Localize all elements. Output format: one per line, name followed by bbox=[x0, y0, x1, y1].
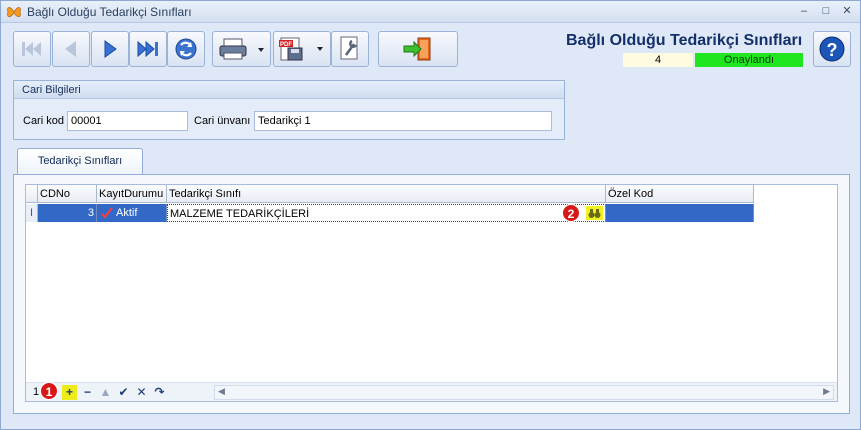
table-row[interactable]: I 3 Aktif MALZEME TEDARİKÇİLERİ bbox=[26, 204, 754, 222]
grid-header-tedarikci-sinifi[interactable]: Tedarikçi Sınıfı bbox=[167, 185, 606, 203]
grid-header: CDNo KayıtDurumu Tedarikçi Sınıfı Özel K… bbox=[26, 185, 754, 203]
cell-ozel-kod[interactable] bbox=[606, 204, 754, 222]
pdf-export-icon: PDF bbox=[279, 37, 323, 61]
add-row-button[interactable]: + bbox=[62, 384, 77, 400]
callout-badge-add: 1 bbox=[40, 382, 58, 400]
first-record-button[interactable] bbox=[13, 31, 51, 67]
print-button[interactable] bbox=[212, 31, 271, 67]
previous-record-icon bbox=[65, 41, 76, 57]
grid-header-indicator bbox=[26, 185, 38, 203]
minimize-button[interactable]: – bbox=[796, 4, 812, 18]
print-icon bbox=[219, 38, 264, 60]
cancel-edit-button[interactable]: ✕ bbox=[134, 385, 149, 400]
tab-tedarikci-siniflari[interactable]: Tedarikçi Sınıfları bbox=[17, 148, 143, 175]
move-up-button[interactable]: ▲ bbox=[98, 385, 113, 400]
svg-text:?: ? bbox=[827, 40, 838, 60]
scroll-right-icon[interactable]: ▶ bbox=[823, 386, 830, 397]
refresh-button[interactable] bbox=[167, 31, 205, 67]
butterfly-app-icon bbox=[7, 7, 21, 17]
title-bar: Bağlı Olduğu Tedarikçi Sınıfları – □ ✕ bbox=[1, 1, 860, 23]
cari-unvan-field[interactable] bbox=[254, 111, 552, 131]
callout-badge-lookup: 2 bbox=[562, 204, 580, 222]
row-indicator: I bbox=[26, 204, 38, 222]
main-window: Bağlı Olduğu Tedarikçi Sınıfları – □ ✕ P… bbox=[0, 0, 861, 430]
last-record-button[interactable] bbox=[129, 31, 167, 67]
row-count: 1 bbox=[33, 386, 40, 398]
group-title: Cari Bilgileri bbox=[14, 81, 564, 99]
maximize-button[interactable]: □ bbox=[818, 4, 834, 18]
cell-kayit-durumu[interactable]: Aktif bbox=[97, 204, 167, 222]
previous-record-button[interactable] bbox=[52, 31, 90, 67]
next-record-icon bbox=[104, 40, 117, 58]
pdf-export-button[interactable]: PDF bbox=[273, 31, 331, 67]
checkmark-icon bbox=[101, 207, 113, 219]
exit-button[interactable] bbox=[378, 31, 458, 67]
svg-text:PDF: PDF bbox=[280, 42, 292, 48]
last-record-icon bbox=[137, 40, 158, 58]
delete-row-button[interactable]: − bbox=[80, 385, 95, 400]
help-button[interactable]: ? bbox=[813, 31, 851, 67]
kayit-durumu-text: Aktif bbox=[116, 207, 138, 219]
confirm-button[interactable]: ✔ bbox=[116, 385, 131, 400]
help-icon: ? bbox=[819, 36, 845, 62]
cell-cdno[interactable]: 3 bbox=[38, 204, 97, 222]
horizontal-scrollbar[interactable]: ◀ ▶ bbox=[214, 385, 834, 400]
grid-header-cdno[interactable]: CDNo bbox=[38, 185, 97, 203]
first-record-icon bbox=[22, 42, 41, 56]
cari-unvan-label: Cari ünvanı bbox=[194, 115, 251, 127]
status-badge: Onaylandı bbox=[695, 53, 803, 67]
binoculars-icon bbox=[588, 208, 601, 218]
window-title: Bağlı Olduğu Tedarikçi Sınıfları bbox=[27, 5, 192, 19]
grid-navigator: 1 + − ▲ ✔ ✕ ↷ ◀ ▶ bbox=[26, 382, 837, 401]
refresh-grid-button[interactable]: ↷ bbox=[152, 385, 167, 400]
lookup-button[interactable] bbox=[586, 206, 603, 220]
cell-tedarikci-sinifi[interactable]: MALZEME TEDARİKÇİLERİ bbox=[167, 204, 606, 222]
page-title: Bağlı Olduğu Tedarikçi Sınıfları bbox=[566, 32, 803, 49]
cari-kod-field[interactable] bbox=[67, 111, 188, 131]
tedarikci-sinifi-text: MALZEME TEDARİKÇİLERİ bbox=[170, 208, 310, 220]
data-grid: CDNo KayıtDurumu Tedarikçi Sınıfı Özel K… bbox=[25, 184, 838, 402]
cari-kod-label: Cari kod bbox=[23, 115, 64, 127]
settings-wrench-icon bbox=[340, 36, 358, 60]
grid-header-kayit-durumu[interactable]: KayıtDurumu bbox=[97, 185, 167, 203]
scroll-left-icon[interactable]: ◀ bbox=[218, 386, 225, 397]
navigator-buttons: + − ▲ ✔ ✕ ↷ bbox=[62, 383, 167, 401]
settings-button[interactable] bbox=[331, 31, 369, 67]
next-record-button[interactable] bbox=[91, 31, 129, 67]
close-button[interactable]: ✕ bbox=[839, 4, 855, 18]
refresh-icon bbox=[175, 38, 197, 60]
exit-door-icon bbox=[403, 37, 431, 61]
record-count: 4 bbox=[623, 53, 693, 67]
grid-header-ozel-kod[interactable]: Özel Kod bbox=[606, 185, 754, 203]
cari-info-group: Cari Bilgileri Cari kod Cari ünvanı bbox=[13, 80, 565, 140]
